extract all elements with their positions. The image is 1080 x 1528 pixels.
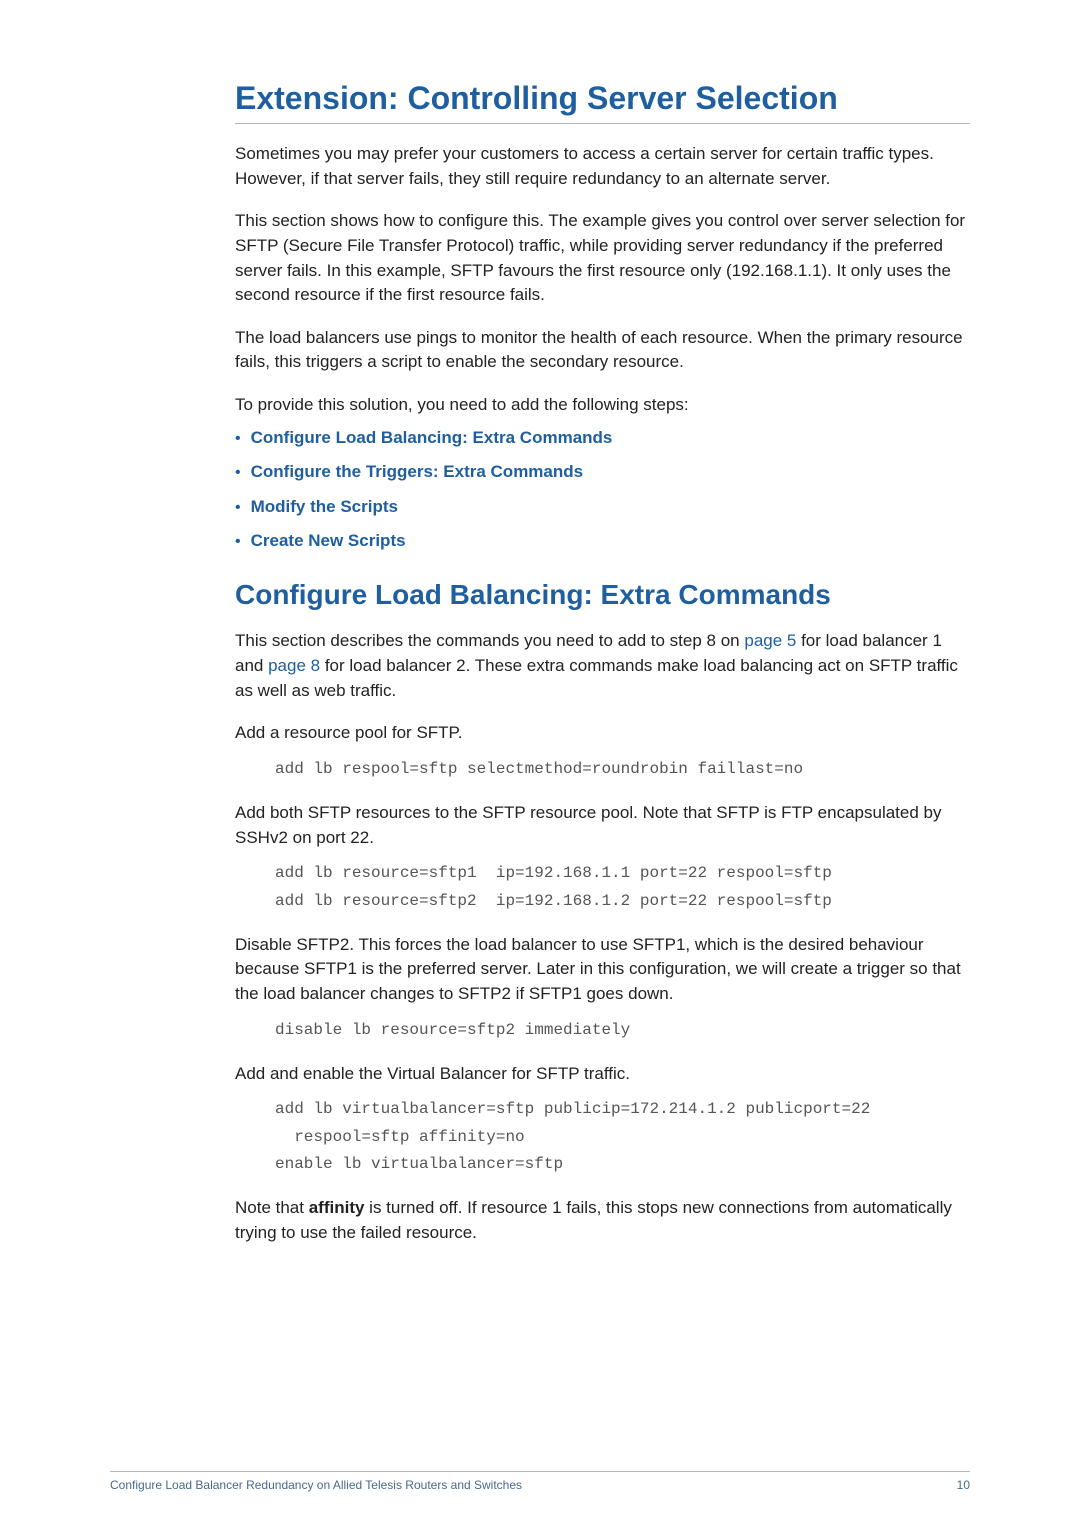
bullet-icon: • — [235, 462, 241, 484]
code-block-disable: disable lb resource=sftp2 immediately — [275, 1017, 970, 1044]
intro-paragraph-2: This section shows how to configure this… — [235, 209, 970, 308]
code-block-virtual-balancer: add lb virtualbalancer=sftp publicip=172… — [275, 1096, 970, 1178]
step-link-configure-load-balancing[interactable]: Configure Load Balancing: Extra Commands — [251, 428, 613, 448]
step-link-modify-scripts[interactable]: Modify the Scripts — [251, 497, 398, 517]
list-item: • Configure Load Balancing: Extra Comman… — [235, 428, 970, 450]
footer-title: Configure Load Balancer Redundancy on Al… — [110, 1478, 522, 1492]
intro-paragraph-3: The load balancers use pings to monitor … — [235, 326, 970, 375]
intro-paragraph-1: Sometimes you may prefer your customers … — [235, 142, 970, 191]
page-link-5[interactable]: page 5 — [744, 631, 796, 650]
step-link-configure-triggers[interactable]: Configure the Triggers: Extra Commands — [251, 462, 584, 482]
page-footer: Configure Load Balancer Redundancy on Al… — [110, 1471, 970, 1492]
steps-intro: To provide this solution, you need to ad… — [235, 393, 970, 418]
list-item: • Create New Scripts — [235, 531, 970, 553]
list-item: • Modify the Scripts — [235, 497, 970, 519]
text-fragment: for load balancer 2. These extra command… — [235, 656, 958, 700]
heading-underline — [235, 123, 970, 124]
instruction-disable-sftp2: Disable SFTP2. This forces the load bala… — [235, 933, 970, 1007]
text-fragment: This section describes the commands you … — [235, 631, 744, 650]
footer-rule — [110, 1471, 970, 1472]
list-item: • Configure the Triggers: Extra Commands — [235, 462, 970, 484]
text-fragment: Note that — [235, 1198, 309, 1217]
code-block-respool: add lb respool=sftp selectmethod=roundro… — [275, 756, 970, 783]
bullet-icon: • — [235, 428, 241, 450]
instruction-add-resources: Add both SFTP resources to the SFTP reso… — [235, 801, 970, 850]
footer-page-number: 10 — [957, 1478, 970, 1492]
instruction-virtual-balancer: Add and enable the Virtual Balancer for … — [235, 1062, 970, 1087]
affinity-note: Note that affinity is turned off. If res… — [235, 1196, 970, 1245]
instruction-add-respool: Add a resource pool for SFTP. — [235, 721, 970, 746]
bullet-icon: • — [235, 497, 241, 519]
code-block-resources: add lb resource=sftp1 ip=192.168.1.1 por… — [275, 860, 970, 914]
section-heading: Extension: Controlling Server Selection — [235, 80, 970, 117]
bold-term-affinity: affinity — [309, 1198, 365, 1217]
page-link-8[interactable]: page 8 — [268, 656, 320, 675]
subsection-heading: Configure Load Balancing: Extra Commands — [235, 579, 970, 611]
steps-list: • Configure Load Balancing: Extra Comman… — [235, 428, 970, 554]
subsection-intro: This section describes the commands you … — [235, 629, 970, 703]
step-link-create-new-scripts[interactable]: Create New Scripts — [251, 531, 406, 551]
bullet-icon: • — [235, 531, 241, 553]
